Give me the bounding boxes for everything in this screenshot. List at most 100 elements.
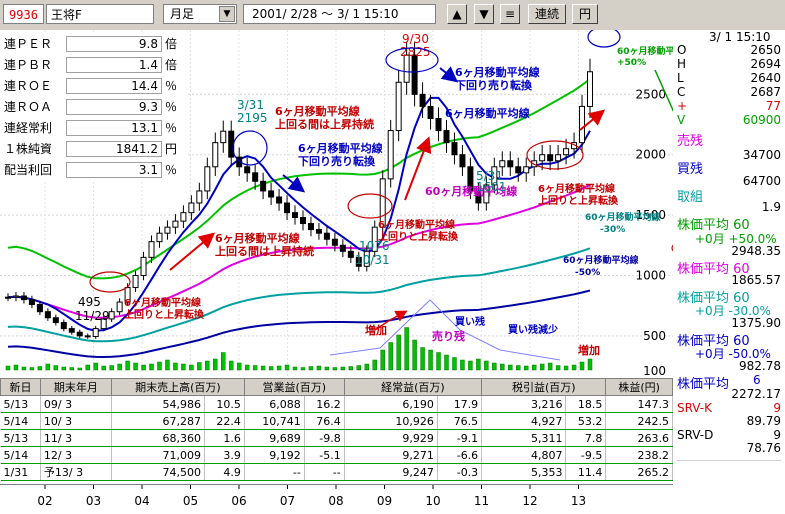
col-header[interactable]: 株益(円) bbox=[605, 378, 673, 396]
table-cell: 9,929 bbox=[344, 429, 438, 447]
candle-body bbox=[252, 172, 259, 182]
y-tick-label: 2000 bbox=[635, 148, 666, 162]
table-cell: 1.6 bbox=[204, 429, 245, 447]
scroll-down-button[interactable]: ▼ bbox=[474, 4, 494, 24]
candle-body bbox=[299, 217, 306, 225]
candle-body bbox=[315, 229, 322, 234]
fund-unit: ％ bbox=[165, 79, 178, 93]
srv-value: 78.76 bbox=[746, 441, 781, 455]
table-cell: 5/13 bbox=[0, 429, 41, 447]
col-header[interactable]: 税引益(百万) bbox=[481, 378, 607, 396]
table-cell: 10.5 bbox=[204, 395, 245, 413]
x-tick-label: 02 bbox=[37, 494, 52, 508]
volume-bar bbox=[45, 363, 51, 371]
table-row[interactable]: 5/14 10/ 3 67,287 22.4 10,741 76.4 10,926 76.5 4… bbox=[0, 412, 673, 430]
table-cell: 6,190 bbox=[344, 395, 438, 413]
table-header-row: 新日 期末年月 期末売上高(百万) 営業益(百万) 経常益(百万) 税引益(百万… bbox=[0, 378, 673, 396]
col-header[interactable]: 経常益(百万) bbox=[343, 378, 483, 396]
volume-bar bbox=[308, 366, 314, 371]
volume-bar bbox=[141, 364, 146, 371]
table-cell: -9.8 bbox=[304, 429, 345, 447]
candle-body bbox=[419, 93, 426, 107]
annotation-text: 6ヶ月移動平均線 bbox=[445, 106, 530, 120]
ratio-label: 取組 bbox=[677, 190, 704, 205]
annotation-text: 下回り売り転換 bbox=[455, 78, 533, 92]
candle-body bbox=[411, 54, 418, 95]
scroll-up-button[interactable]: ▲ bbox=[447, 4, 467, 24]
chevron-down-icon[interactable]: ▼ bbox=[219, 6, 235, 22]
table-cell: 4,807 bbox=[481, 446, 567, 464]
candle-body bbox=[403, 54, 410, 83]
volume-bar bbox=[364, 363, 370, 371]
annotation-text: 売り残 bbox=[432, 329, 465, 343]
yen-button[interactable]: 円 bbox=[572, 4, 598, 24]
ratio-value: 1.9 bbox=[761, 200, 781, 214]
table-cell: 16.2 bbox=[304, 395, 345, 413]
candle-body bbox=[116, 301, 123, 313]
continuous-button[interactable]: 連続 bbox=[528, 4, 566, 24]
volume-bar bbox=[21, 366, 27, 371]
table-cell: 4.9 bbox=[204, 463, 245, 481]
table-cell: 9,271 bbox=[344, 446, 438, 464]
quote-value: 2694 bbox=[750, 57, 781, 71]
col-header[interactable]: 新日 bbox=[0, 378, 41, 396]
volume-bar bbox=[236, 362, 242, 371]
x-tick-label: 12 bbox=[522, 494, 537, 508]
table-cell: 5/13 bbox=[0, 395, 41, 413]
menu-button[interactable]: ≡ bbox=[500, 4, 520, 24]
candle-body bbox=[148, 241, 155, 258]
table-row[interactable]: 1/31 予13/ 3 74,500 4.9 -- -- 9,247 -0.3 5,353 11.… bbox=[0, 463, 673, 481]
candle-body bbox=[339, 244, 346, 252]
table-cell: -9.5 bbox=[565, 446, 607, 464]
fund-row: 連経常利 13.1 ％ bbox=[2, 118, 184, 138]
volume-bar bbox=[85, 364, 90, 371]
table-cell: 11.4 bbox=[565, 463, 607, 481]
stock-name-field[interactable]: 王将F bbox=[46, 4, 154, 24]
price-label: 5/31 bbox=[476, 169, 503, 183]
x-tick-label: 13 bbox=[571, 494, 586, 508]
quote-value: 77 bbox=[765, 99, 781, 113]
candle-body bbox=[212, 142, 219, 168]
table-row[interactable]: 5/13 09/ 3 54,986 10.5 6,088 16.2 6,190 17.9 3,2… bbox=[0, 395, 673, 413]
table-row[interactable]: 5/14 12/ 3 71,009 3.9 9,192 -5.1 9,271 -6.6 4,80… bbox=[0, 446, 673, 464]
fund-value: 14.4 bbox=[66, 78, 162, 94]
volume-bar bbox=[515, 365, 521, 371]
candle-body bbox=[268, 190, 275, 198]
candle-body bbox=[499, 160, 506, 168]
quote-value: 2687 bbox=[750, 85, 781, 99]
candle-body bbox=[164, 226, 171, 234]
candle-body bbox=[172, 220, 179, 228]
volume-bar bbox=[117, 363, 122, 371]
annotation-text: 6ヶ月移動平均線 bbox=[275, 104, 360, 118]
margin-buy-label: 買残 bbox=[677, 162, 704, 177]
table-cell: 9,689 bbox=[244, 429, 305, 447]
table-cell: -- bbox=[304, 463, 345, 481]
x-tick-label: 05 bbox=[183, 494, 198, 508]
candle-body bbox=[395, 81, 402, 132]
volume-bar bbox=[109, 365, 114, 371]
x-axis: 02 03 04 05 06 07 08 09 10 11 12 13 bbox=[0, 484, 673, 514]
col-header[interactable]: 期末年月 bbox=[39, 378, 112, 396]
candle-body bbox=[28, 299, 35, 305]
col-header[interactable]: 期末売上高(百万) bbox=[110, 378, 245, 396]
volume-bar bbox=[563, 365, 569, 371]
volume-bar bbox=[340, 366, 346, 371]
volume-bar bbox=[579, 361, 585, 371]
table-cell: 10,741 bbox=[244, 412, 305, 430]
x-tick-label: 03 bbox=[86, 494, 101, 508]
quote-key: C bbox=[677, 85, 686, 99]
table-row[interactable]: 5/13 11/ 3 68,360 1.6 9,689 -9.8 9,929 -9.1 5,31… bbox=[0, 429, 673, 447]
period-select[interactable]: 月足 ▼ bbox=[163, 4, 237, 24]
candle-body bbox=[188, 202, 195, 214]
candle-body bbox=[435, 117, 442, 132]
col-header[interactable]: 営業益(百万) bbox=[243, 378, 345, 396]
volume-bar bbox=[197, 362, 202, 371]
volume-bar bbox=[77, 367, 83, 371]
stock-code-input[interactable]: 9936 bbox=[3, 4, 44, 24]
volume-bar bbox=[396, 334, 401, 371]
candle-body bbox=[459, 154, 466, 168]
annotation-text: 上回りと上昇転換 bbox=[538, 194, 619, 207]
x-tick-label: 09 bbox=[377, 494, 392, 508]
fund-label: 連ＲＯＡ bbox=[4, 100, 53, 114]
volume-bar bbox=[332, 367, 338, 371]
